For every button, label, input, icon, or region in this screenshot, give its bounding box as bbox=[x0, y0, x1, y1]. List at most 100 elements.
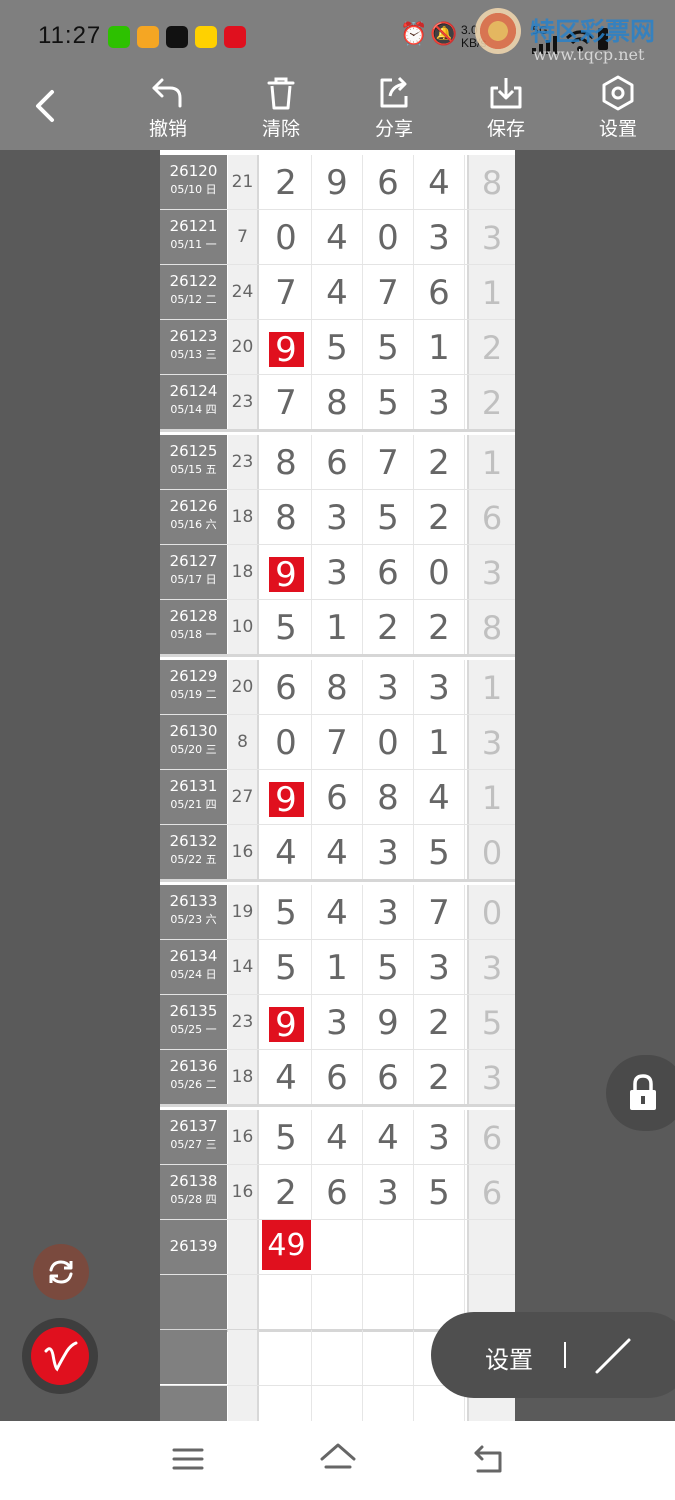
table-row[interactable]: 26128 05/18 一 10 5 1 2 2 8 bbox=[160, 600, 515, 655]
digit-cell[interactable]: 4 bbox=[363, 1110, 414, 1165]
digit-cell[interactable]: 4 bbox=[261, 825, 312, 880]
digit-cell[interactable]: 5 bbox=[261, 1110, 312, 1165]
digit-cell[interactable]: 6 bbox=[312, 1050, 363, 1105]
digit-cell[interactable]: 3 bbox=[312, 490, 363, 545]
table-row[interactable]: 26136 05/26 二 18 4 6 6 2 3 bbox=[160, 1050, 515, 1105]
digit-cell[interactable]: 5 bbox=[261, 600, 312, 655]
digit-cell-empty[interactable] bbox=[363, 1330, 414, 1385]
table-row[interactable]: 26133 05/23 六 19 5 4 3 7 0 bbox=[160, 885, 515, 940]
table-row[interactable]: 26131 05/21 四 27 9 6 8 4 1 bbox=[160, 770, 515, 825]
digit-cell[interactable]: 6 bbox=[261, 660, 312, 715]
table-row[interactable]: 26135 05/25 一 23 9 3 9 2 5 bbox=[160, 995, 515, 1050]
table-row[interactable]: 26130 05/20 三807013 bbox=[160, 715, 515, 770]
digit-cell[interactable]: 5 bbox=[363, 940, 414, 995]
digit-cell[interactable]: 7 bbox=[363, 435, 414, 490]
menu-icon[interactable] bbox=[168, 1439, 208, 1479]
digit-cell[interactable]: 2 bbox=[363, 600, 414, 655]
digit-cell[interactable]: 2 bbox=[261, 155, 312, 210]
table-row[interactable]: 26122 05/12 二 24 7 4 7 6 1 bbox=[160, 265, 515, 320]
pending-row[interactable]: 26139 49 bbox=[160, 1220, 515, 1275]
save-button[interactable]: 保存 bbox=[466, 72, 546, 150]
digit-cell[interactable]: 5 bbox=[261, 885, 312, 940]
digit-cell[interactable]: 6 bbox=[363, 155, 414, 210]
digit-cell-empty[interactable] bbox=[312, 1386, 363, 1421]
digit-cell[interactable]: 6 bbox=[414, 265, 465, 320]
digit-cell-highlighted[interactable]: 9 bbox=[261, 545, 312, 600]
digit-cell[interactable]: 7 bbox=[261, 265, 312, 320]
prediction-badge[interactable]: 49 bbox=[262, 1220, 311, 1270]
digit-cell-empty[interactable] bbox=[414, 1220, 465, 1275]
digit-cell[interactable]: 3 bbox=[414, 660, 465, 715]
digit-cell-empty[interactable] bbox=[312, 1275, 363, 1330]
digit-cell[interactable]: 6 bbox=[363, 545, 414, 600]
clear-button[interactable]: 清除 bbox=[241, 72, 321, 150]
digit-cell[interactable]: 1 bbox=[312, 600, 363, 655]
digit-cell[interactable]: 3 bbox=[414, 1110, 465, 1165]
digit-cell[interactable]: 0 bbox=[261, 715, 312, 770]
table-row[interactable]: 26125 05/15 五 23 8 6 7 2 1 bbox=[160, 435, 515, 490]
digit-cell-empty[interactable] bbox=[261, 1330, 312, 1385]
table-row[interactable]: 26124 05/14 四 23 7 8 5 3 2 bbox=[160, 375, 515, 430]
digit-cell-highlighted[interactable]: 9 bbox=[261, 320, 312, 375]
digit-cell[interactable]: 7 bbox=[363, 265, 414, 320]
digit-cell[interactable]: 5 bbox=[363, 320, 414, 375]
digit-cell[interactable]: 6 bbox=[363, 1050, 414, 1105]
table-row[interactable]: 26138 05/28 四 16 2 6 3 5 6 bbox=[160, 1165, 515, 1220]
digit-cell[interactable]: 7 bbox=[261, 375, 312, 430]
refresh-button[interactable] bbox=[33, 1244, 89, 1300]
digit-cell-empty[interactable] bbox=[261, 1386, 312, 1421]
draw-table[interactable]: 26120 05/10 日 21 2 9 6 4 8 26121 05/11 一 7 0 4 0 3 3 261… bbox=[160, 150, 515, 1421]
digit-cell[interactable]: 3 bbox=[414, 375, 465, 430]
digit-cell[interactable]: 6 bbox=[312, 435, 363, 490]
table-row[interactable]: 26126 05/16 六 18 8 3 5 2 6 bbox=[160, 490, 515, 545]
digit-cell[interactable]: 7 bbox=[414, 885, 465, 940]
lock-button[interactable] bbox=[606, 1055, 675, 1131]
digit-cell[interactable]: 2 bbox=[414, 435, 465, 490]
digit-cell[interactable]: 9 bbox=[312, 155, 363, 210]
digit-cell-empty[interactable] bbox=[363, 1275, 414, 1330]
digit-cell[interactable]: 0 bbox=[363, 715, 414, 770]
digit-cell[interactable]: 8 bbox=[261, 490, 312, 545]
undo-button[interactable]: 撤销 bbox=[128, 72, 208, 150]
digit-cell[interactable]: 2 bbox=[414, 600, 465, 655]
digit-cell[interactable]: 4 bbox=[312, 825, 363, 880]
digit-cell[interactable]: 3 bbox=[363, 885, 414, 940]
digit-cell[interactable]: 9 bbox=[363, 995, 414, 1050]
digit-cell[interactable]: 3 bbox=[363, 660, 414, 715]
digit-cell[interactable]: 1 bbox=[414, 320, 465, 375]
digit-cell[interactable]: 3 bbox=[414, 210, 465, 265]
home-icon[interactable] bbox=[318, 1439, 358, 1479]
digit-cell[interactable]: 1 bbox=[414, 715, 465, 770]
digit-cell[interactable]: 4 bbox=[261, 1050, 312, 1105]
table-row[interactable]: 26123 05/13 三 20 9 5 5 1 2 bbox=[160, 320, 515, 375]
return-icon[interactable] bbox=[468, 1439, 508, 1479]
digit-cell[interactable]: 6 bbox=[312, 770, 363, 825]
digit-cell-empty[interactable] bbox=[261, 1275, 312, 1330]
digit-cell-highlighted[interactable]: 9 bbox=[261, 995, 312, 1050]
digit-cell[interactable]: 1 bbox=[312, 940, 363, 995]
settings-button[interactable]: 设置 bbox=[578, 72, 658, 150]
digit-cell[interactable]: 4 bbox=[414, 155, 465, 210]
back-arrow-icon[interactable] bbox=[28, 86, 64, 126]
digit-cell[interactable]: 8 bbox=[312, 660, 363, 715]
digit-cell[interactable]: 3 bbox=[363, 1165, 414, 1220]
digit-cell[interactable]: 8 bbox=[261, 435, 312, 490]
digit-cell[interactable]: 3 bbox=[312, 545, 363, 600]
digit-cell[interactable]: 2 bbox=[414, 490, 465, 545]
table-row[interactable]: 26132 05/22 五 16 4 4 3 5 0 bbox=[160, 825, 515, 880]
table-row[interactable]: 26137 05/27 三 16 5 4 4 3 6 bbox=[160, 1110, 515, 1165]
digit-cell-empty[interactable] bbox=[312, 1220, 363, 1275]
digit-cell[interactable]: 4 bbox=[312, 265, 363, 320]
share-button[interactable]: 分享 bbox=[354, 72, 434, 150]
digit-cell-empty[interactable] bbox=[363, 1220, 414, 1275]
digit-cell[interactable]: 8 bbox=[312, 375, 363, 430]
digit-cell[interactable]: 3 bbox=[414, 940, 465, 995]
digit-cell-highlighted[interactable]: 9 bbox=[261, 770, 312, 825]
table-row[interactable]: 26129 05/19 二 20 6 8 3 3 1 bbox=[160, 660, 515, 715]
digit-cell[interactable]: 4 bbox=[312, 210, 363, 265]
digit-cell[interactable]: 7 bbox=[312, 715, 363, 770]
line-tool-icon[interactable] bbox=[591, 1334, 635, 1378]
digit-cell[interactable]: 0 bbox=[363, 210, 414, 265]
digit-cell[interactable]: 4 bbox=[312, 1110, 363, 1165]
digit-cell[interactable]: 5 bbox=[261, 940, 312, 995]
